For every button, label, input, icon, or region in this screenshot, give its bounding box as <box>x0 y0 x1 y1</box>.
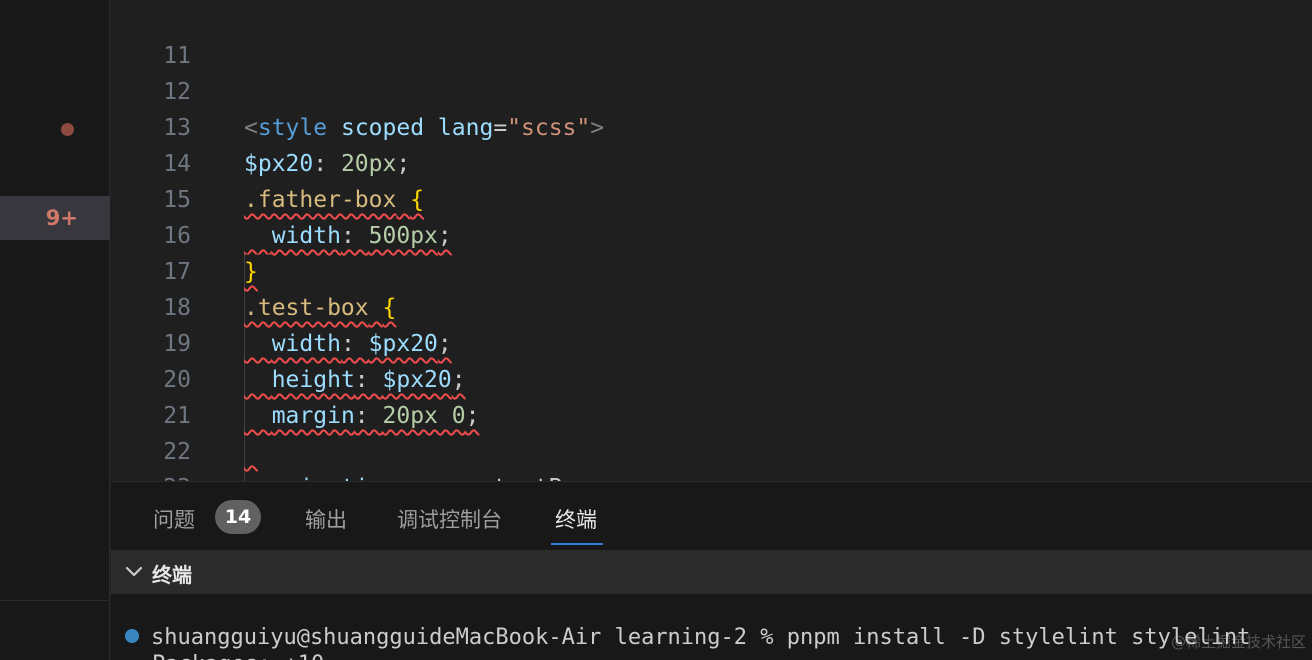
code-line: 14 .father-box { <box>111 110 1312 213</box>
code-line: 20 margin: 20px 0; <box>111 326 1312 429</box>
code-line: 21 <box>111 362 1312 429</box>
rail-item-problems[interactable]: 9+ <box>0 196 110 240</box>
tab-terminal[interactable]: 终端 <box>555 504 597 534</box>
modified-dot-icon <box>61 123 74 136</box>
tab-debug-console[interactable]: 调试控制台 <box>397 504 502 534</box>
divider <box>0 600 110 601</box>
code-line: 17 .test-box { <box>111 218 1312 321</box>
watermark: @稀土掘金技术社区 <box>1170 633 1306 651</box>
bottom-panel: 问题 14 输出 调试控制台 终端 终端 shuangguiyu@shuangg… <box>111 481 1312 660</box>
code-editor[interactable]: 11 12 <style scoped lang="scss"> 13 $px2… <box>111 0 1312 481</box>
code-line: 24 } <box>111 470 1312 481</box>
code-line: 11 <box>111 2 1312 69</box>
command-status-dot-icon <box>125 629 139 643</box>
code-line: 19 height: $px20; <box>111 290 1312 393</box>
chevron-down-icon <box>125 566 143 577</box>
panel-tabs: 问题 14 输出 调试控制台 终端 <box>111 482 1312 552</box>
code-line: 13 $px20: 20px; <box>111 74 1312 177</box>
code-line: 12 <style scoped lang="scss"> <box>111 38 1312 141</box>
tab-output[interactable]: 输出 <box>305 504 347 534</box>
terminal-command-text: shuangguiyu@shuangguideMacBook-Air learn… <box>151 625 1251 650</box>
active-tab-indicator <box>551 543 603 545</box>
left-rail: 9+ <box>0 0 110 660</box>
terminal-command-line[interactable]: shuangguiyu@shuangguideMacBook-Air learn… <box>125 625 1250 650</box>
vscode-window: 9+ 11 12 <style scoped lang="scss"> 13 $… <box>0 0 1312 660</box>
terminal-section-header[interactable]: 终端 <box>111 550 1312 594</box>
tab-problems[interactable]: 问题 <box>153 504 195 534</box>
terminal-header-title: 终端 <box>152 563 192 587</box>
problems-badge: 9+ <box>45 206 78 230</box>
code-line: 16 } <box>111 182 1312 285</box>
code-line: 22 animation-name: testBox; <box>111 398 1312 481</box>
code-line: 15 width: 500px; <box>111 146 1312 249</box>
terminal-output-line: Packages: +10 <box>152 652 324 660</box>
problems-count-badge: 14 <box>215 500 261 534</box>
code-line: 23 animation-duration: 3s; <box>111 434 1312 481</box>
code-line: 18 width: $px20; <box>111 254 1312 357</box>
